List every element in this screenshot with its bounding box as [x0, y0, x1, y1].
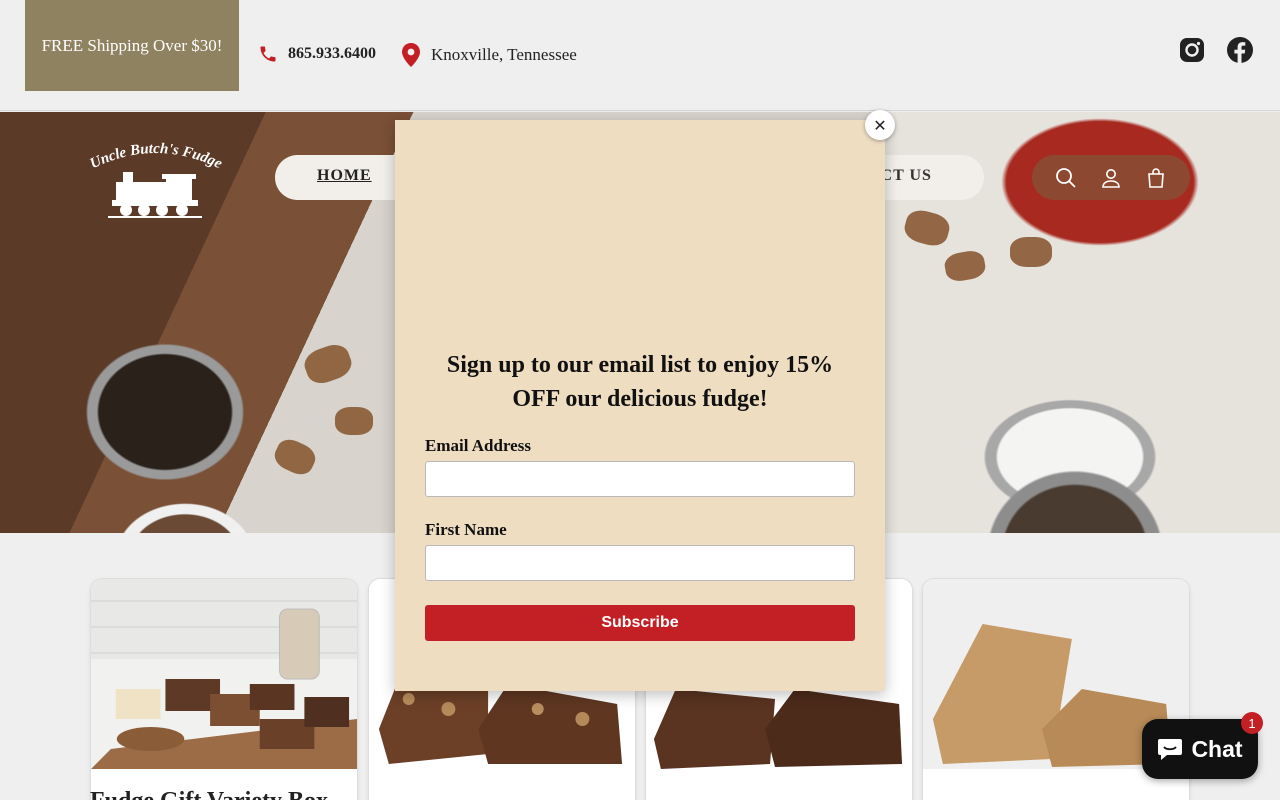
phone-icon — [260, 46, 276, 62]
phone-link[interactable]: 865.933.6400 — [258, 44, 376, 64]
close-icon: ✕ — [873, 115, 887, 135]
free-shipping-banner: FREE Shipping Over $30! — [25, 0, 239, 91]
location-text: Knoxville, Tennessee — [431, 45, 577, 64]
phone-number: 865.933.6400 — [288, 45, 376, 62]
product-card[interactable] — [90, 578, 358, 800]
top-bar: FREE Shipping Over $30! 865.933.6400 Kno… — [0, 0, 1280, 111]
free-shipping-text: FREE Shipping Over $30! — [41, 35, 223, 55]
product-image — [91, 579, 357, 769]
walnut-decoration — [300, 340, 356, 388]
popup-heading: Sign up to our email list to enjoy 15% O… — [446, 352, 834, 412]
email-label: Email Address — [425, 436, 531, 455]
chat-label: Chat — [1191, 735, 1243, 762]
subscribe-button[interactable]: Subscribe — [425, 605, 855, 641]
chat-notification-badge: 1 — [1241, 712, 1263, 734]
walnut-decoration — [942, 248, 988, 284]
first-name-field[interactable] — [425, 545, 855, 581]
facebook-icon[interactable] — [1226, 36, 1254, 64]
site-logo[interactable]: Uncle Butch's Fudge — [88, 138, 224, 220]
train-icon — [108, 172, 202, 218]
search-icon[interactable] — [1055, 167, 1077, 189]
logo-text: Uncle Butch's Fudge — [88, 141, 224, 172]
location: Knoxville, Tennessee — [401, 43, 577, 67]
cart-icon[interactable] — [1145, 167, 1167, 189]
chat-button[interactable]: Chat — [1142, 719, 1258, 779]
svg-text:Uncle Butch's Fudge: Uncle Butch's Fudge — [88, 141, 224, 172]
email-field[interactable] — [425, 461, 855, 497]
map-pin-icon — [402, 43, 420, 67]
account-icon[interactable] — [1100, 167, 1122, 189]
header-icons — [1032, 155, 1190, 200]
email-signup-popup: Sign up to our email list to enjoy 15% O… — [395, 120, 885, 691]
walnut-decoration — [1010, 237, 1052, 267]
social-links — [1178, 36, 1254, 64]
walnut-decoration — [901, 206, 953, 250]
walnut-decoration — [335, 407, 373, 435]
nav-home[interactable]: HOME — [317, 167, 372, 185]
walnut-decoration — [270, 434, 320, 480]
chat-bubble-icon — [1158, 739, 1183, 760]
product-title[interactable]: Fudge Gift Variety Box — [90, 788, 360, 800]
close-popup-button[interactable]: ✕ — [865, 110, 895, 140]
first-name-label: First Name — [425, 520, 507, 539]
instagram-icon[interactable] — [1178, 36, 1206, 64]
